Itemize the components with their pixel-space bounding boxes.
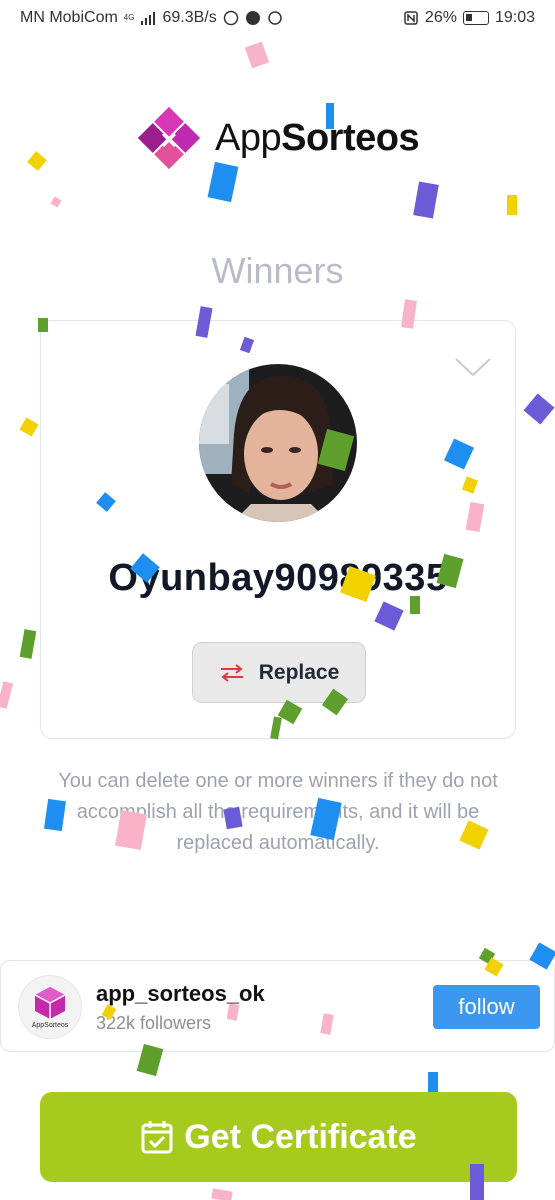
viber-icon [223, 10, 238, 26]
status-left: MN MobiCom 4G 69.3B/s [20, 9, 283, 27]
replace-label: Replace [258, 660, 340, 684]
chevron-down-icon[interactable] [455, 357, 491, 377]
network-speed: 69.3B/s [162, 9, 217, 26]
certificate-label: Get Certificate [184, 1117, 417, 1156]
account-logo-caption: AppSorteos [31, 1022, 69, 1029]
follower-count: 322k followers [96, 1013, 212, 1033]
logo-text-bold: Sorteos [281, 116, 420, 159]
status-right: 26% 19:03 [403, 9, 535, 27]
sync-icon [267, 11, 282, 25]
get-certificate-button[interactable]: Get Certificate [40, 1092, 517, 1182]
nfc-icon [404, 11, 418, 25]
winner-photo [199, 364, 357, 522]
network-type: 4G [123, 13, 135, 22]
clock: 19:03 [494, 9, 535, 26]
calendar-check-icon [141, 1121, 173, 1154]
appsorteos-logo-icon [137, 106, 201, 170]
swap-arrows-icon [220, 663, 243, 682]
account-handle[interactable]: app_sorteos_ok [96, 981, 265, 1007]
app-logo: AppSorteos [135, 104, 420, 172]
winner-avatar [199, 364, 357, 522]
battery-icon [462, 11, 489, 25]
globe-icon [245, 11, 260, 25]
info-text: You can delete one or more winners if th… [58, 770, 498, 854]
appsorteos-cube-icon [34, 987, 66, 1019]
winner-card: Oyunbay90989335 Replace [40, 320, 516, 739]
account-avatar[interactable]: AppSorteos [18, 975, 82, 1039]
battery-percent: 26% [424, 9, 457, 26]
carrier-name: MN MobiCom [20, 9, 118, 26]
account-card: AppSorteos app_sorteos_ok 322k followers… [0, 960, 555, 1052]
logo-wordmark: AppSorteos [215, 116, 420, 160]
follow-button[interactable]: follow [433, 985, 540, 1029]
page-title: Winners [211, 250, 344, 291]
signal-icon [141, 12, 156, 25]
winner-username: Oyunbay90989335 [108, 557, 448, 599]
logo-text-light: App [215, 116, 282, 159]
status-bar: MN MobiCom 4G 69.3B/s 26% 19:03 [0, 0, 555, 38]
replace-button[interactable]: Replace [192, 642, 366, 703]
